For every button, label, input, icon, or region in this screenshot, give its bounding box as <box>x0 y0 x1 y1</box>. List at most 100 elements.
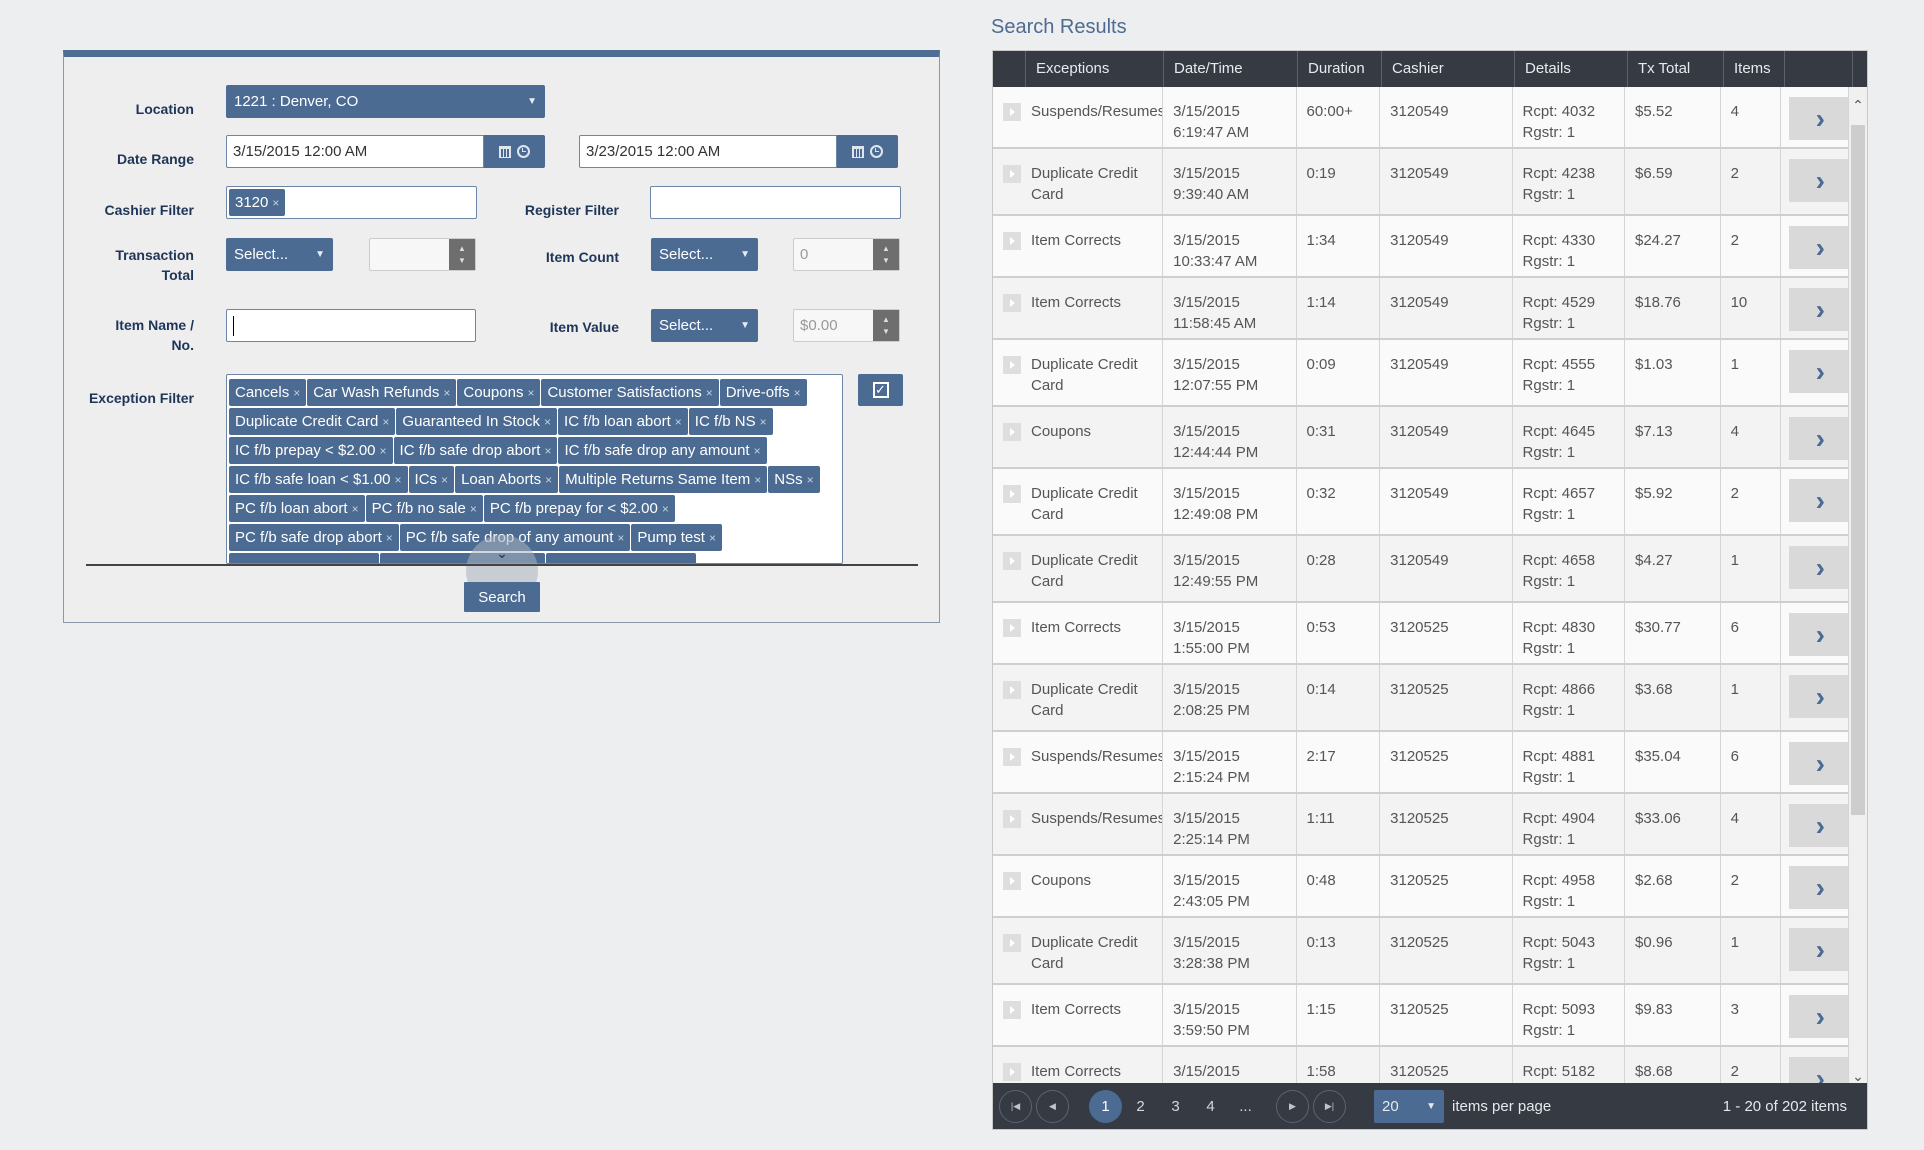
expand-row-icon[interactable] <box>1003 1063 1021 1081</box>
expand-row-icon[interactable] <box>1003 232 1021 250</box>
view-details-button[interactable]: › <box>1789 479 1848 522</box>
header-cashier[interactable]: Cashier <box>1382 51 1515 87</box>
remove-tag-icon[interactable]: × <box>794 386 801 400</box>
header-datetime[interactable]: Date/Time <box>1164 51 1298 87</box>
remove-tag-icon[interactable]: × <box>441 473 448 487</box>
table-row[interactable]: Suspends/Resumes 3/15/2015 2:25:14 PM 1:11 3… <box>993 794 1849 856</box>
remove-tag-icon[interactable]: × <box>380 444 387 458</box>
remove-tag-icon[interactable]: × <box>760 415 767 429</box>
transaction-total-spinner[interactable]: ▲ ▼ <box>449 239 475 270</box>
expand-row-icon[interactable] <box>1003 552 1021 570</box>
view-details-button[interactable]: › <box>1789 350 1848 393</box>
item-count-operator-dropdown[interactable]: Select... ▼ <box>651 238 758 271</box>
item-value-input[interactable]: $0.00 ▲ ▼ <box>793 309 900 342</box>
expand-row-icon[interactable] <box>1003 872 1021 890</box>
last-page-button[interactable]: ▶| <box>1313 1089 1346 1123</box>
view-details-button[interactable]: › <box>1789 613 1848 656</box>
item-count-spinner[interactable]: ▲ ▼ <box>873 239 899 270</box>
view-details-button[interactable]: › <box>1789 866 1848 909</box>
expand-row-icon[interactable] <box>1003 681 1021 699</box>
exception-filter-multiselect[interactable]: Cancels × Car Wash Refunds × Coupons × Custome… <box>226 374 843 564</box>
table-row[interactable]: Duplicate Credit Card 3/15/2015 12:07:55 P… <box>993 340 1849 407</box>
expand-row-icon[interactable] <box>1003 810 1021 828</box>
calendar-icon[interactable] <box>852 145 864 158</box>
date-from-input[interactable]: 3/15/2015 12:00 AM <box>226 135 484 168</box>
view-details-button[interactable]: › <box>1789 226 1848 269</box>
date-to-picker-button[interactable] <box>837 135 898 168</box>
item-value-spinner[interactable]: ▲ ▼ <box>873 310 899 341</box>
table-row[interactable]: Duplicate Credit Card 3/15/2015 3:28:38 PM… <box>993 918 1849 985</box>
page-3-button[interactable]: 3 <box>1159 1090 1192 1123</box>
remove-tag-icon[interactable]: × <box>675 415 682 429</box>
clock-icon[interactable] <box>870 145 883 158</box>
item-name-input[interactable] <box>226 309 476 342</box>
table-row[interactable]: Duplicate Credit Card 3/15/2015 2:08:25 PM… <box>993 665 1849 732</box>
transaction-total-input[interactable]: ▲ ▼ <box>369 238 476 271</box>
remove-tag-icon[interactable]: × <box>527 386 534 400</box>
header-exceptions[interactable]: Exceptions <box>1026 51 1164 87</box>
view-details-button[interactable]: › <box>1789 417 1848 460</box>
header-items[interactable]: Items <box>1724 51 1785 87</box>
remove-tag-icon[interactable]: × <box>544 444 551 458</box>
spin-up-icon[interactable]: ▲ <box>882 314 890 326</box>
header-details[interactable]: Details <box>1515 51 1628 87</box>
spin-up-icon[interactable]: ▲ <box>882 243 890 255</box>
remove-tag-icon[interactable]: × <box>544 415 551 429</box>
page-ellipsis[interactable]: ... <box>1229 1090 1262 1123</box>
view-details-button[interactable]: › <box>1789 675 1848 718</box>
spin-down-icon[interactable]: ▼ <box>458 255 466 267</box>
spin-up-icon[interactable]: ▲ <box>458 243 466 255</box>
select-all-exceptions-button[interactable]: ✓ <box>858 374 903 406</box>
table-row[interactable]: Duplicate Credit Card 3/15/2015 9:39:40 AM… <box>993 149 1849 216</box>
table-row[interactable]: Item Corrects 3/15/2015 3:59:50 PM 1:15 3120… <box>993 985 1849 1047</box>
table-row[interactable]: Coupons 3/15/2015 12:44:44 PM 0:31 3120549 Rc… <box>993 407 1849 469</box>
remove-tag-icon[interactable]: × <box>352 502 359 516</box>
table-row[interactable]: Item Corrects 3/15/2015 1:55:00 PM 0:53 3120… <box>993 603 1849 665</box>
table-row[interactable]: Item Corrects 3/15/2015 10:33:47 AM 1:34 312… <box>993 216 1849 278</box>
scrollbar-thumb[interactable] <box>1851 125 1865 815</box>
remove-tag-icon[interactable]: × <box>293 386 300 400</box>
page-4-button[interactable]: 4 <box>1194 1090 1227 1123</box>
page-size-dropdown[interactable]: 20 ▼ <box>1374 1089 1444 1123</box>
item-count-input[interactable]: 0 ▲ ▼ <box>793 238 900 271</box>
expand-row-icon[interactable] <box>1003 1001 1021 1019</box>
table-row[interactable]: Item Corrects 3/15/2015 11:58:45 AM 1:14 312… <box>993 278 1849 340</box>
search-button[interactable]: Search <box>464 582 540 612</box>
prev-page-button[interactable]: ◀ <box>1036 1089 1069 1123</box>
table-row[interactable]: Coupons 3/15/2015 2:43:05 PM 0:48 3120525 Rcp… <box>993 856 1849 918</box>
expand-row-icon[interactable] <box>1003 356 1021 374</box>
expand-row-icon[interactable] <box>1003 934 1021 952</box>
view-details-button[interactable]: › <box>1789 804 1848 847</box>
date-to-input[interactable]: 3/23/2015 12:00 AM <box>579 135 837 168</box>
view-details-button[interactable]: › <box>1789 742 1848 785</box>
transaction-total-operator-dropdown[interactable]: Select... ▼ <box>226 238 333 271</box>
location-dropdown[interactable]: 1221 : Denver, CO ▼ <box>226 85 545 118</box>
expand-row-icon[interactable] <box>1003 423 1021 441</box>
remove-tag-icon[interactable]: × <box>754 473 761 487</box>
expand-row-icon[interactable] <box>1003 165 1021 183</box>
page-1-button[interactable]: 1 <box>1089 1089 1122 1123</box>
remove-tag-icon[interactable]: × <box>706 386 713 400</box>
remove-tag-icon[interactable]: × <box>395 473 402 487</box>
header-duration[interactable]: Duration <box>1298 51 1382 87</box>
view-details-button[interactable]: › <box>1789 928 1848 971</box>
remove-tag-icon[interactable]: × <box>617 531 624 545</box>
view-details-button[interactable]: › <box>1789 288 1848 331</box>
spin-down-icon[interactable]: ▼ <box>882 255 890 267</box>
next-page-button[interactable]: ▶ <box>1276 1089 1309 1123</box>
table-row[interactable]: Suspends/Resumes 3/15/2015 6:19:47 AM 60:00… <box>993 87 1849 149</box>
table-row[interactable]: Item Corrects 3/15/2015 1:58 3120525 Rcpt: 5… <box>993 1047 1849 1087</box>
remove-tag-icon[interactable]: × <box>807 473 814 487</box>
remove-tag-icon[interactable]: × <box>386 531 393 545</box>
first-page-button[interactable]: |◀ <box>999 1089 1032 1123</box>
view-details-button[interactable]: › <box>1789 995 1848 1038</box>
table-row[interactable]: Suspends/Resumes 3/15/2015 2:15:24 PM 2:17 3… <box>993 732 1849 794</box>
table-row[interactable]: Duplicate Credit Card 3/15/2015 12:49:08 P… <box>993 469 1849 536</box>
remove-tag-icon[interactable]: × <box>470 502 477 516</box>
date-from-picker-button[interactable] <box>484 135 545 168</box>
remove-tag-icon[interactable]: × <box>443 386 450 400</box>
remove-tag-icon[interactable]: × <box>382 415 389 429</box>
scroll-up-icon[interactable]: ⌃ <box>1849 97 1867 114</box>
header-tx-total[interactable]: Tx Total <box>1628 51 1724 87</box>
spin-down-icon[interactable]: ▼ <box>882 326 890 338</box>
